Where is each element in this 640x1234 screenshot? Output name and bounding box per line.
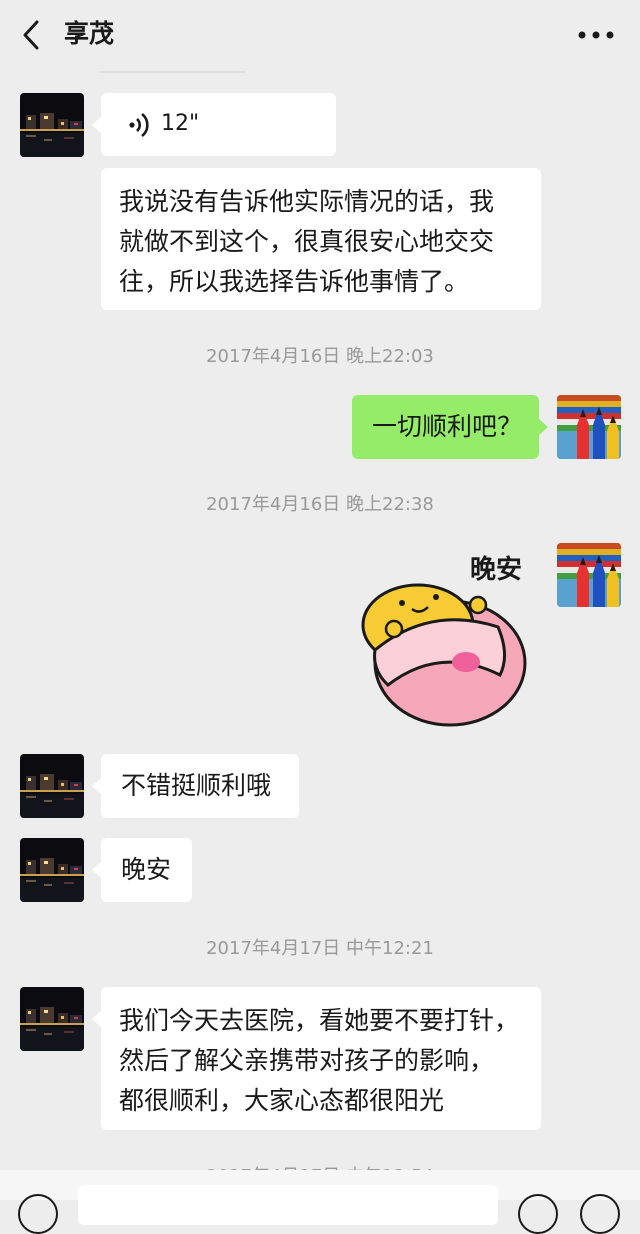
message-line: 我们今天去医院，看她要不要打针， <box>119 1006 520 1035</box>
message-line: 然后了解父亲携带对孩子的影响， <box>119 1046 495 1075</box>
sticker-image[interactable]: 晚安 <box>350 545 540 730</box>
message-line: 我说没有告诉他实际情况的话，我 <box>119 187 495 216</box>
chevron-left-icon <box>23 20 39 50</box>
back-button[interactable] <box>14 17 50 53</box>
message-text: 晚安 <box>121 855 172 884</box>
voice-duration: 12" <box>161 111 200 136</box>
message-text: 不错挺顺利哦 <box>121 771 272 800</box>
bubble-tail <box>92 1011 101 1027</box>
message-bubble[interactable]: 不错挺顺利哦 <box>101 754 299 818</box>
chat-header: 享茂 <box>0 0 640 70</box>
sticker-graphic <box>361 583 527 727</box>
more-button[interactable] <box>576 25 616 45</box>
voice-toggle-button[interactable] <box>18 1194 58 1234</box>
chat-title: 享茂 <box>64 19 115 48</box>
bubble-tail <box>539 419 548 435</box>
message-input[interactable] <box>78 1185 498 1225</box>
message-bubble[interactable]: 我说没有告诉他实际情况的话，我 就做不到这个，很真很安心地交交 往，所以我选择告… <box>101 168 541 310</box>
contact-avatar[interactable] <box>20 93 84 157</box>
message-line: 就做不到这个，很真很安心地交交 <box>119 227 495 256</box>
message-text: 一切顺利吧？ <box>372 412 523 441</box>
contact-avatar[interactable] <box>20 838 84 902</box>
more-dots-icon <box>578 31 614 39</box>
bubble-tail <box>92 862 101 878</box>
contact-avatar[interactable] <box>20 754 84 818</box>
bubble-tail <box>92 778 101 794</box>
emoji-button[interactable] <box>518 1194 558 1234</box>
message-line: 往，所以我选择告诉他事情了。 <box>119 267 470 296</box>
add-button[interactable] <box>580 1194 620 1234</box>
outgoing-message-bubble[interactable]: 一切顺利吧？ <box>352 395 539 459</box>
timestamp: 2017年4月17日 中午12:21 <box>206 938 434 959</box>
message-bubble[interactable]: 我们今天去医院，看她要不要打针， 然后了解父亲携带对孩子的影响， 都很顺利，大家… <box>101 987 541 1130</box>
timestamp: 2017年4月16日 晚上22:38 <box>206 494 434 515</box>
timestamp: 2017年4月16日 晚上22:03 <box>206 346 434 367</box>
self-avatar[interactable] <box>557 395 621 459</box>
message-line: 都很顺利，大家心态都很阳光 <box>119 1086 445 1115</box>
self-avatar[interactable] <box>557 543 621 607</box>
bubble-tail <box>92 117 101 133</box>
header-fragment <box>100 71 245 73</box>
voice-wave-icon <box>129 112 149 138</box>
message-bubble[interactable]: 晚安 <box>101 838 192 902</box>
voice-message-bubble[interactable]: 12" <box>101 93 336 156</box>
contact-avatar[interactable] <box>20 987 84 1051</box>
